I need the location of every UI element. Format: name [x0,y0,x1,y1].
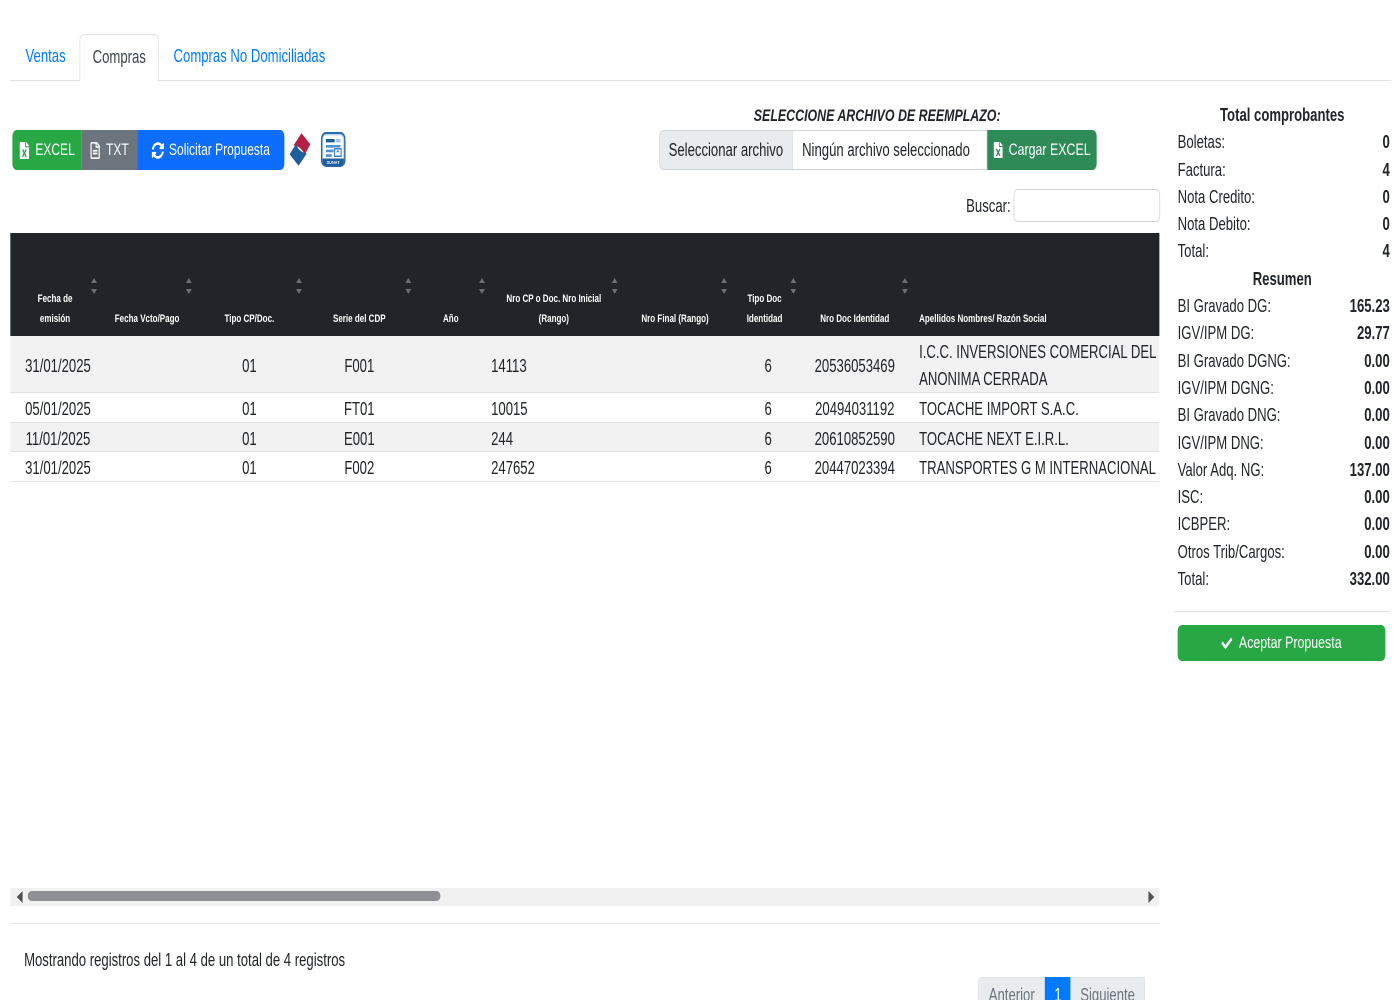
svg-text:SUNAT: SUNAT [327,159,340,165]
